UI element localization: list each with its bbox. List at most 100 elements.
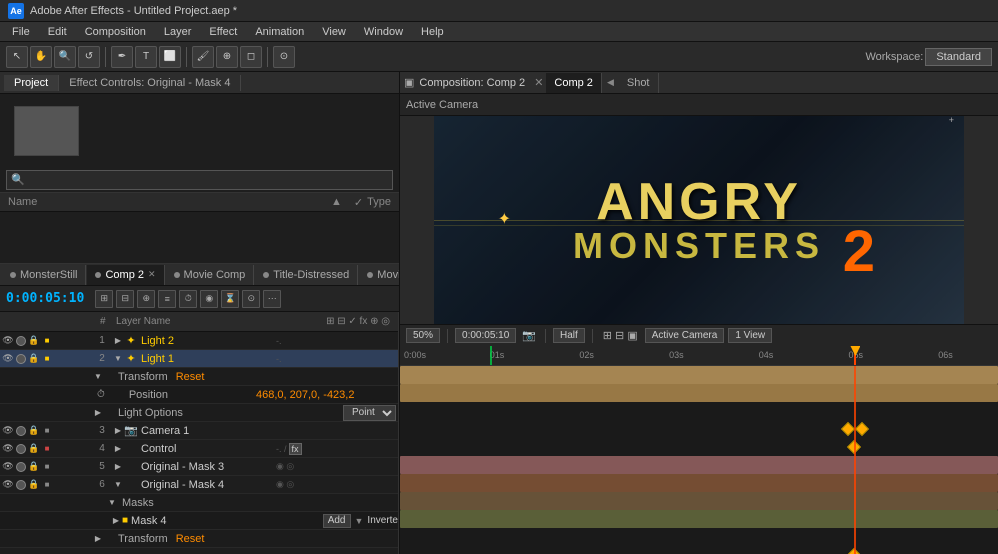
layer4-solo[interactable] [15,443,27,455]
tab-comp2-close[interactable]: ✕ [148,269,156,280]
layer1-label[interactable]: ■ [41,335,53,347]
timeline-toolbar: 0:00:05:10 ⊞ ⊟ ⊕ ≡ ⏱ ◉ ⌛ ⊙ ⋯ [0,286,399,312]
timeline-btn3[interactable]: ⊕ [137,290,155,308]
transform2-expand[interactable]: ▶ [92,534,104,543]
active-camera-btn[interactable]: Active Camera [645,328,725,343]
layer6-expand[interactable]: ▼ [112,480,124,489]
menu-file[interactable]: File [4,24,38,40]
menu-help[interactable]: Help [413,24,452,40]
layer2-lock[interactable]: 🔒 [28,353,40,365]
mask4-expand[interactable]: ▶ [110,516,122,525]
keyframe-1[interactable] [840,422,854,436]
layer6-icons: 👁 🔒 ■ [2,479,92,491]
timeline-btn9[interactable]: ⋯ [263,290,281,308]
layer5-switches: ◉ ◎ [276,461,396,472]
comp-tab-comp2[interactable]: Comp 2 [546,73,602,93]
layer1-lock[interactable]: 🔒 [28,335,40,347]
quality-btn[interactable]: Half [553,328,585,343]
track-light-options-row [400,438,998,456]
project-search-input[interactable] [6,170,393,190]
menu-animation[interactable]: Animation [247,24,312,40]
mask4-add[interactable]: Add [323,514,351,528]
layer2-solo[interactable] [15,353,27,365]
timeline-btn7[interactable]: ⌛ [221,290,239,308]
light-type-dropdown[interactable]: Point [343,405,396,421]
light-options-expand[interactable]: ▶ [92,408,104,417]
layer3-label[interactable]: ■ [41,425,53,437]
timeline-btn8[interactable]: ⊙ [242,290,260,308]
layer2-expand[interactable]: ▼ [112,354,124,363]
position-stopwatch[interactable]: ⏱ [97,389,105,400]
transform-reset[interactable]: Reset [176,371,205,383]
layer1-icons: 👁 🔒 ■ [2,335,92,347]
toolbar-zoom[interactable]: 🔍 [54,46,76,68]
layer5-lock[interactable]: 🔒 [28,461,40,473]
toolbar-puppet[interactable]: ⊙ [273,46,295,68]
timeline-btn2[interactable]: ⊟ [116,290,134,308]
layer5-solo[interactable] [15,461,27,473]
timeline-tab-moviecomp2[interactable]: Movie Comp 2 [359,265,399,285]
tab-project[interactable]: Project [4,75,59,91]
layer4-label[interactable]: ■ [41,443,53,455]
layer4-fx[interactable]: fx [289,443,302,455]
toolbar-brush[interactable]: 🖌 [192,46,214,68]
timeline-btn5[interactable]: ⏱ [179,290,197,308]
timeline-btn4[interactable]: ≡ [158,290,176,308]
transform-expand[interactable]: ▼ [92,372,104,381]
tab-effect-controls[interactable]: Effect Controls: Original - Mask 4 [59,75,241,91]
masks-expand[interactable]: ▼ [106,498,118,507]
mask4-invert[interactable]: Inverte [367,515,398,526]
timeline-tab-title[interactable]: Title-Distressed [255,265,358,285]
layer2-visibility[interactable]: 👁 [2,353,14,365]
comp-tab-shot[interactable]: Shot [619,73,659,93]
layer6-lock[interactable]: 🔒 [28,479,40,491]
timeline-tab-monsterstill[interactable]: MonsterStill [2,265,86,285]
layer1-solo[interactable] [15,335,27,347]
toolbar-shape[interactable]: ⬜ [159,46,181,68]
zoom-btn[interactable]: 50% [406,328,440,343]
toolbar-eraser[interactable]: ◻ [240,46,262,68]
layer6-visibility[interactable]: 👁 [2,479,14,491]
layer3-expand[interactable]: ▶ [112,426,124,435]
timeline-tab-comp2[interactable]: Comp 2 ✕ [87,265,164,285]
timeline-tab-moviecomp[interactable]: Movie Comp [166,265,255,285]
layer1-visibility[interactable]: 👁 [2,335,14,347]
layer5-expand[interactable]: ▶ [112,462,124,471]
layer6-sw1: ◉ ◎ [276,479,294,490]
timeline-btn1[interactable]: ⊞ [95,290,113,308]
menu-window[interactable]: Window [356,24,411,40]
layer3-lock[interactable]: 🔒 [28,425,40,437]
layer4-expand[interactable]: ▶ [112,444,124,453]
keyframe-2[interactable] [855,422,869,436]
layer3-solo[interactable] [15,425,27,437]
toolbar-clone[interactable]: ⊕ [216,46,238,68]
toolbar-pen[interactable]: ✒ [111,46,133,68]
menu-effect[interactable]: Effect [201,24,245,40]
menu-composition[interactable]: Composition [77,24,154,40]
comp-close[interactable]: ✕ [534,76,543,89]
layer3-visibility[interactable]: 👁 [2,425,14,437]
layer5-visibility[interactable]: 👁 [2,461,14,473]
toolbar-rotate[interactable]: ↺ [78,46,100,68]
camera-indicator: + [949,116,954,125]
transform2-reset[interactable]: Reset [176,533,205,545]
layer6-label[interactable]: ■ [41,479,53,491]
toolbar-hand[interactable]: ✋ [30,46,52,68]
menu-layer[interactable]: Layer [156,24,200,40]
layer2-label[interactable]: ■ [41,353,53,365]
workspace-selector[interactable]: Standard [925,48,992,66]
view-count-btn[interactable]: 1 View [728,328,772,343]
layer5-label[interactable]: ■ [41,461,53,473]
layer1-expand[interactable]: ▶ [112,336,124,345]
timeline-btn6[interactable]: ◉ [200,290,218,308]
track-bars [400,366,998,554]
toolbar-select[interactable]: ↖ [6,46,28,68]
menu-view[interactable]: View [314,24,354,40]
timecode-btn[interactable]: 0:00:05:10 [455,328,516,343]
layer6-solo[interactable] [15,479,27,491]
menu-edit[interactable]: Edit [40,24,75,40]
toolbar-text[interactable]: T [135,46,157,68]
playhead[interactable] [854,346,856,365]
layer4-visibility[interactable]: 👁 [2,443,14,455]
layer4-lock[interactable]: 🔒 [28,443,40,455]
